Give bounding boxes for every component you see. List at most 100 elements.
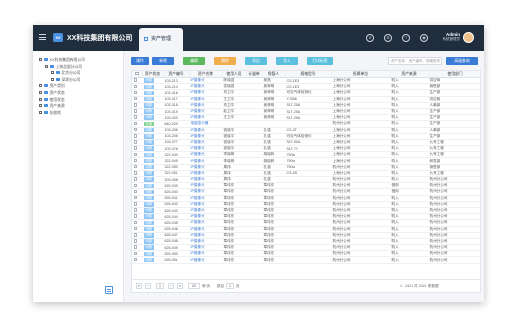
status-badge: 闲置 xyxy=(143,189,155,195)
tree-node[interactable]: 资产类别 xyxy=(39,83,65,89)
tools-icon[interactable]: ✕ xyxy=(366,34,374,42)
row-checkbox[interactable] xyxy=(133,121,137,126)
toolbar-button[interactable]: 删除 xyxy=(214,57,236,65)
gear-icon[interactable]: ✲ xyxy=(384,34,392,42)
prev-page-button[interactable]: ‹ xyxy=(145,283,151,289)
status-badge: 闲置 xyxy=(143,195,155,201)
jump-unit: 页 xyxy=(236,284,240,288)
row-checkbox[interactable] xyxy=(133,158,137,163)
toolbar-button[interactable]: 打印标签 xyxy=(307,57,333,65)
avatar[interactable] xyxy=(463,32,474,43)
jump-label: 跳至 xyxy=(217,284,225,288)
tree-node[interactable]: 深圳分公司 xyxy=(51,77,80,83)
tree-node-label: 北京分公司 xyxy=(61,71,81,76)
tree-node[interactable]: 北京分公司 xyxy=(51,70,80,76)
expand-toggle-icon[interactable] xyxy=(39,84,42,88)
search-input[interactable]: 资产名称、资产编号、规格型号 xyxy=(388,57,442,65)
collapse-sidebar-icon[interactable] xyxy=(105,286,113,294)
status-badge: 闲置 xyxy=(143,134,155,139)
table-cell[interactable]: 625-051 xyxy=(163,256,189,264)
row-checkbox[interactable] xyxy=(133,164,137,169)
tree-node[interactable]: 资产状态 xyxy=(39,90,65,96)
row-checkbox[interactable] xyxy=(133,127,137,132)
tree-node-label: 上海总部分公司 xyxy=(55,64,83,69)
toolbar-button[interactable]: 操作 xyxy=(131,57,149,65)
table-cell: 章伟东 xyxy=(222,256,246,264)
row-checkbox[interactable] xyxy=(133,103,137,107)
expand-toggle-icon[interactable] xyxy=(39,104,42,108)
row-checkbox[interactable] xyxy=(133,146,137,150)
folder-icon xyxy=(43,91,48,94)
page-size-select[interactable]: 20 xyxy=(188,283,200,289)
row-checkbox[interactable] xyxy=(133,171,137,175)
folder-icon xyxy=(43,110,48,114)
row-checkbox[interactable] xyxy=(133,251,137,256)
folder-icon xyxy=(43,84,48,88)
status-badge: 闲置 xyxy=(143,183,155,188)
toolbar-button[interactable]: 新增 xyxy=(152,57,174,65)
row-checkbox[interactable] xyxy=(133,202,137,206)
table-cell: 杭州分公司 xyxy=(428,256,480,264)
row-checkbox[interactable] xyxy=(133,78,137,82)
table-cell xyxy=(246,256,262,264)
user-info[interactable]: Admin 系统管理员 xyxy=(436,32,461,42)
expand-toggle-icon[interactable] xyxy=(39,58,42,61)
row-checkbox[interactable] xyxy=(133,96,137,101)
row-checkbox[interactable] xyxy=(133,140,137,144)
tree-node[interactable]: 使用状态 xyxy=(39,97,65,103)
row-checkbox[interactable] xyxy=(133,233,137,237)
jump-page-input[interactable]: 1 xyxy=(226,283,234,289)
table-cell: 购入 xyxy=(390,256,428,264)
row-checkbox[interactable] xyxy=(133,177,137,181)
first-page-button[interactable]: « xyxy=(136,283,142,289)
toolbar-button[interactable]: 编辑 xyxy=(183,57,205,65)
menu-toggle-icon[interactable] xyxy=(39,34,46,40)
page-number-input[interactable]: 1 xyxy=(156,283,164,289)
row-checkbox[interactable] xyxy=(133,226,137,231)
tree-node[interactable]: 存放地 xyxy=(39,110,61,116)
status-badge: 在用 xyxy=(143,121,155,126)
row-checkbox[interactable] xyxy=(133,115,137,119)
status-badge: 闲置 xyxy=(143,177,155,182)
row-checkbox[interactable] xyxy=(133,84,137,89)
last-page-button[interactable]: » xyxy=(177,283,183,289)
expand-toggle-icon[interactable] xyxy=(51,71,54,75)
row-checkbox[interactable] xyxy=(133,214,137,218)
row-checkbox[interactable] xyxy=(133,239,137,243)
expand-toggle-icon[interactable] xyxy=(39,110,42,114)
expand-toggle-icon[interactable] xyxy=(39,91,42,94)
tree-node[interactable]: XX科技集团有限公司 xyxy=(39,57,85,63)
status-badge: 闲置 xyxy=(143,226,155,232)
status-badge: 闲置 xyxy=(143,140,155,145)
table-row[interactable]: 闲置 625-051 IP摄像头 章伟东 章伟东 杭州分公司 购入 杭州分公司 xyxy=(132,256,480,264)
row-checkbox[interactable] xyxy=(133,109,137,113)
row-checkbox[interactable] xyxy=(133,152,137,157)
expand-toggle-icon[interactable] xyxy=(51,77,54,81)
status-badge: 闲置 xyxy=(143,127,155,133)
row-checkbox[interactable] xyxy=(133,208,137,212)
notification-icon[interactable]: ◉ xyxy=(420,34,428,42)
status-badge: 闲置 xyxy=(143,220,155,225)
toolbar: 资产名称、资产编号、规格型号 高级查询 操作 新增 编辑 删除 导出 导入 打印标签 xyxy=(131,57,481,67)
tree-node[interactable]: 资产来源 xyxy=(39,103,65,109)
tree-node-label: 资产类别 xyxy=(49,84,65,89)
row-checkbox[interactable] xyxy=(133,257,137,262)
row-checkbox[interactable] xyxy=(133,195,137,200)
expand-toggle-icon[interactable] xyxy=(45,64,48,68)
row-checkbox[interactable] xyxy=(133,245,137,249)
row-checkbox[interactable] xyxy=(133,189,137,194)
expand-toggle-icon[interactable] xyxy=(39,97,42,101)
row-checkbox[interactable] xyxy=(133,90,137,95)
advanced-search-button[interactable]: 高级查询 xyxy=(446,57,478,65)
toolbar-button[interactable]: 导入 xyxy=(276,57,298,65)
toolbar-button[interactable]: 导出 xyxy=(245,57,267,65)
module-tab-asset[interactable]: 资产管理 xyxy=(139,28,183,51)
select-all-checkbox[interactable] xyxy=(135,71,139,76)
help-icon[interactable]: ? xyxy=(402,34,410,42)
next-page-button[interactable]: › xyxy=(168,283,174,289)
status-badge: 闲置 xyxy=(143,164,155,170)
tree-node[interactable]: 上海总部分公司 xyxy=(45,64,82,70)
row-checkbox[interactable] xyxy=(133,183,137,188)
row-checkbox[interactable] xyxy=(133,220,137,225)
row-checkbox[interactable] xyxy=(133,134,137,138)
